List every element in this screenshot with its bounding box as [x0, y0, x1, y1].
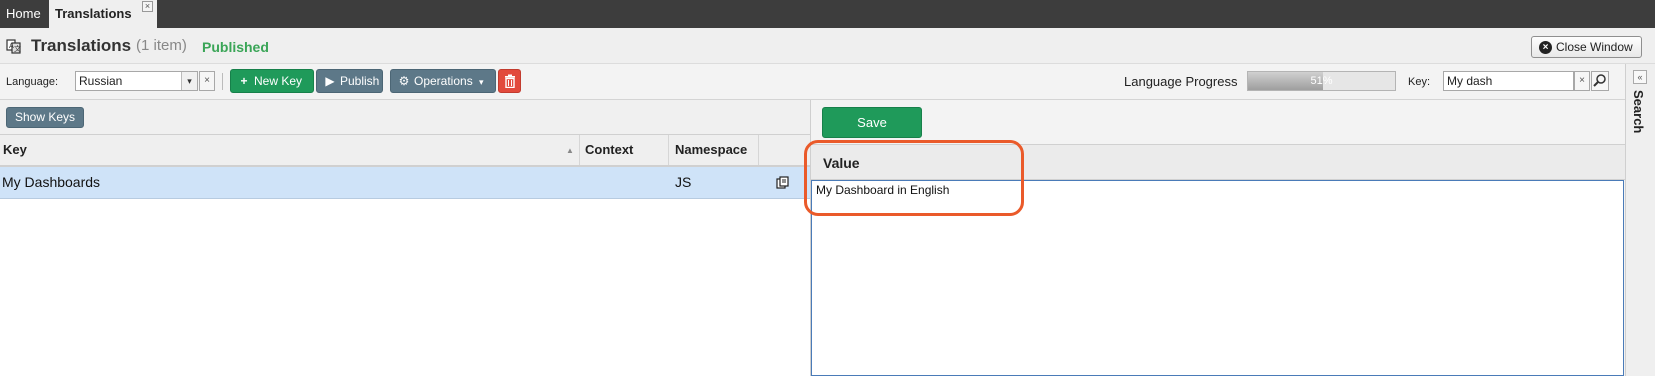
- search-button[interactable]: [1591, 71, 1609, 91]
- page-header: A 文 Translations (1 item) Published × Cl…: [0, 28, 1655, 64]
- keys-subtoolbar: Show Keys: [0, 100, 810, 135]
- publish-button[interactable]: ▶ Publish: [316, 69, 383, 93]
- language-clear-button[interactable]: ×: [199, 71, 215, 91]
- table-row[interactable]: My Dashboards JS: [0, 167, 810, 199]
- publish-label: Publish: [340, 74, 380, 88]
- save-button[interactable]: Save: [822, 107, 922, 138]
- column-header-context[interactable]: Context: [580, 135, 669, 165]
- new-key-label: New Key: [254, 74, 303, 88]
- close-window-label: Close Window: [1556, 40, 1633, 54]
- language-progress-bar: 51%: [1247, 71, 1396, 91]
- toolbar-divider: [222, 73, 223, 90]
- caret-down-icon: ▾: [479, 77, 484, 87]
- plus-icon: +: [240, 74, 248, 88]
- key-filter-label: Key:: [1408, 76, 1431, 88]
- sort-ascending-icon: ▲: [566, 146, 574, 155]
- close-icon: ×: [1539, 41, 1552, 54]
- gears-icon: ⚙: [398, 74, 410, 88]
- cell-key: My Dashboards: [2, 174, 101, 190]
- trash-icon: [504, 74, 515, 89]
- search-sidebar-label[interactable]: Search: [1631, 90, 1646, 133]
- keys-panel: Show Keys Key ▲ Context Namespace My Das…: [0, 100, 810, 376]
- progress-text: 51%: [1310, 75, 1333, 87]
- key-clear-button[interactable]: ×: [1574, 71, 1590, 91]
- close-window-button[interactable]: × Close Window: [1531, 36, 1642, 58]
- column-header-namespace[interactable]: Namespace: [669, 135, 759, 165]
- language-label: Language:: [6, 76, 58, 88]
- column-header-key[interactable]: Key: [0, 135, 580, 165]
- delete-button[interactable]: [498, 69, 521, 93]
- tab-close-icon[interactable]: ×: [142, 1, 153, 12]
- expand-icon[interactable]: «: [1633, 70, 1647, 84]
- chevron-down-icon[interactable]: ▾: [181, 72, 197, 90]
- toolbar: Language: Russian ▾ × + New Key ▶ Publish …: [0, 64, 1625, 100]
- new-key-button[interactable]: + New Key: [230, 69, 314, 93]
- language-select[interactable]: Russian: [75, 71, 198, 91]
- tab-translations-label: Translations: [55, 6, 132, 21]
- search-sidebar: « Search: [1625, 64, 1655, 376]
- language-progress-label: Language Progress: [1124, 74, 1238, 89]
- tab-home[interactable]: Home: [0, 0, 48, 28]
- operations-button[interactable]: ⚙ Operations ▾: [390, 69, 496, 93]
- translations-icon: A 文: [6, 39, 21, 54]
- show-keys-button[interactable]: Show Keys: [6, 107, 84, 128]
- cell-namespace: JS: [675, 174, 692, 190]
- item-count: (1 item): [136, 37, 187, 54]
- tab-translations[interactable]: Translations: [49, 0, 157, 28]
- page-title: Translations: [31, 36, 132, 55]
- tab-strip: Home Translations ×: [0, 0, 1655, 28]
- key-search-input[interactable]: [1443, 71, 1574, 91]
- column-header-actions: [759, 135, 810, 165]
- play-icon: ▶: [325, 74, 335, 88]
- annotation-highlight: [804, 140, 1024, 216]
- operations-label: Operations: [414, 74, 473, 88]
- copy-icon[interactable]: [776, 176, 790, 190]
- status-badge: Published: [202, 39, 269, 55]
- grid-header: Key ▲ Context Namespace: [0, 135, 810, 167]
- search-icon: [1593, 74, 1606, 87]
- svg-text:文: 文: [14, 44, 21, 53]
